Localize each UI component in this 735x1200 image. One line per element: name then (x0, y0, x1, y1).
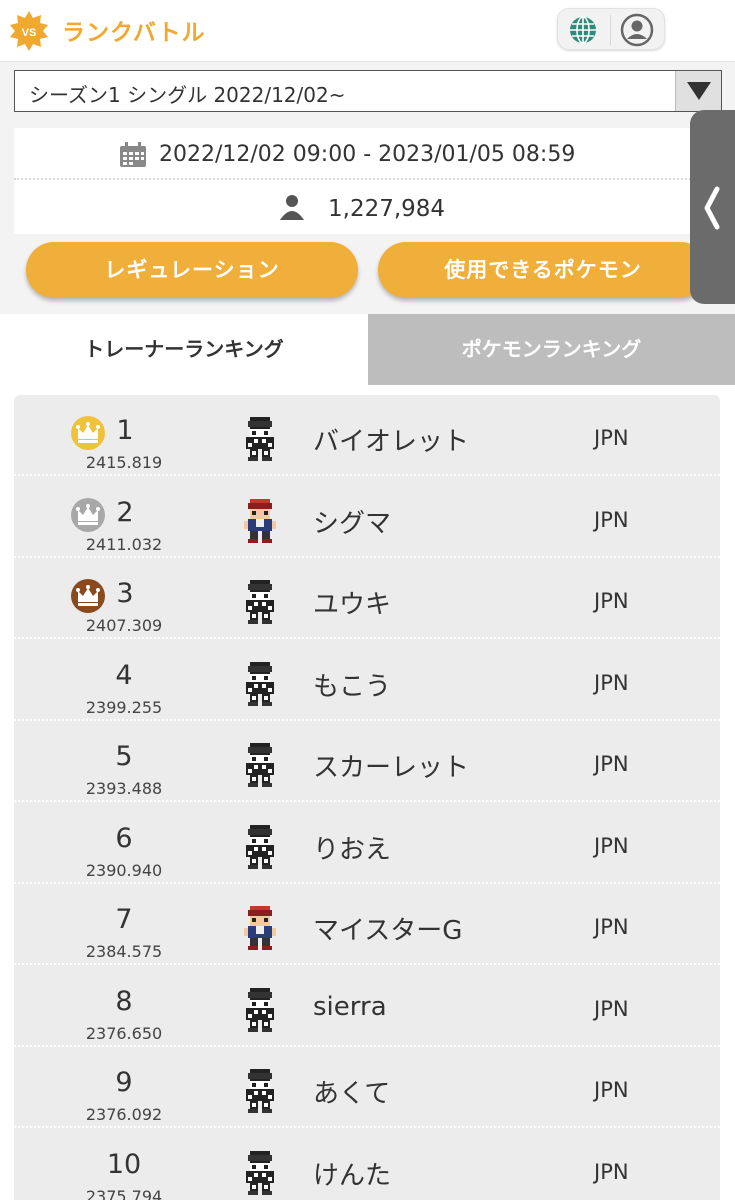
svg-text:VS: VS (22, 27, 37, 39)
rating-value: 2376.092 (85, 1105, 163, 1124)
trainer-avatar-icon (246, 1150, 274, 1195)
ranking-row[interactable]: 5 2393.488 スカーレット JPN (14, 721, 720, 802)
trainer-name: マイスターG (313, 916, 463, 946)
trainer-name: バイオレット (313, 427, 470, 457)
season-select-value: シーズン1 シングル 2022/12/02~ (29, 83, 346, 107)
tab-pokemon-ranking[interactable]: ポケモンランキング (368, 314, 735, 385)
season-info-box: 2022/12/02 09:00 - 2023/01/05 08:59 1,22… (14, 128, 722, 234)
rating-value: 2407.309 (85, 616, 163, 635)
rank-number: 9 (115, 1067, 133, 1098)
rating-value: 2399.255 (85, 697, 163, 717)
ranking-list: 1 2415.819 バイオレット JPN 2 2411.032 シグマ JPN 3 2407.3… (14, 395, 720, 1200)
tab-trainer-ranking[interactable]: トレーナーランキング (0, 314, 368, 385)
trainer-avatar-icon (246, 417, 274, 461)
season-select[interactable]: シーズン1 シングル 2022/12/02~ (14, 70, 722, 112)
rank-number: 4 (115, 659, 133, 691)
app-header: VS ランクバトル (0, 0, 735, 62)
dropdown-arrow-icon[interactable] (675, 71, 721, 111)
rating-value: 2376.650 (85, 1023, 163, 1043)
usable-pokemon-button[interactable]: 使用できるポケモン (378, 242, 708, 298)
trainer-name: あくて (313, 1079, 391, 1109)
trainer-name: ユウキ (313, 590, 392, 620)
trainer-name: シグマ (313, 508, 392, 539)
rating-value: 2384.575 (85, 942, 163, 961)
ranking-row[interactable]: 8 2376.650 sierra JPN (14, 966, 720, 1047)
trainer-name: りおえ (313, 834, 392, 865)
chevron-left-icon (704, 186, 720, 230)
country-code: JPN (594, 589, 629, 613)
trainer-name: もこう (313, 671, 392, 702)
ranking-row[interactable]: 2 2411.032 シグマ JPN (14, 477, 720, 558)
participant-count: 1,227,984 (328, 196, 446, 222)
rank-number: 6 (115, 822, 133, 854)
rating-value: 2415.819 (85, 453, 163, 472)
country-code: JPN (594, 1159, 629, 1184)
app-title: ランクバトル (62, 20, 206, 46)
trainer-avatar-icon (246, 824, 274, 869)
rating-value: 2375.794 (85, 1186, 163, 1200)
rank-number: 2 (116, 496, 134, 528)
trainer-name: sierra (313, 991, 387, 1022)
rank-number: 7 (115, 904, 133, 935)
country-code: JPN (594, 426, 629, 450)
trainer-name: スカーレット (313, 753, 470, 783)
side-drawer-tab[interactable] (690, 110, 735, 304)
ranking-row[interactable]: 7 2384.575 マイスターG JPN (14, 884, 720, 965)
country-code: JPN (594, 507, 629, 532)
country-code: JPN (594, 996, 629, 1021)
trainer-avatar-icon (244, 498, 276, 543)
country-code: JPN (594, 670, 629, 695)
country-code: JPN (594, 915, 629, 939)
trainer-avatar-icon (246, 661, 274, 706)
calendar-icon (120, 142, 146, 167)
vs-logo-icon: VS (10, 11, 48, 51)
ranking-row[interactable]: 10 2375.794 けんた JPN (14, 1129, 720, 1200)
rating-value: 2411.032 (85, 534, 163, 554)
season-period-row: 2022/12/02 09:00 - 2023/01/05 08:59 (14, 128, 722, 180)
header-button-group (557, 8, 665, 50)
trainer-avatar-icon (246, 580, 274, 624)
ranking-row[interactable]: 1 2415.819 バイオレット JPN (14, 395, 720, 476)
rank-number: 1 (116, 415, 134, 446)
rank-number: 10 (106, 1148, 142, 1180)
account-icon[interactable] (620, 13, 654, 47)
country-code: JPN (594, 1078, 629, 1102)
regulation-button[interactable]: レギュレーション (26, 242, 358, 298)
trainer-avatar-icon (246, 743, 274, 787)
rank-number: 8 (115, 985, 133, 1017)
ranking-row[interactable]: 6 2390.940 りおえ JPN (14, 803, 720, 884)
trainer-avatar-icon (246, 1069, 274, 1113)
person-icon (280, 195, 304, 220)
ranking-row[interactable]: 3 2407.309 ユウキ JPN (14, 558, 720, 639)
ranking-row[interactable]: 9 2376.092 あくて JPN (14, 1047, 720, 1128)
country-code: JPN (594, 833, 629, 858)
rating-value: 2393.488 (85, 779, 163, 798)
rank-number: 3 (116, 578, 134, 609)
country-code: JPN (594, 752, 629, 776)
trainer-avatar-icon (246, 987, 274, 1032)
rank-number: 5 (115, 741, 133, 772)
trainer-avatar-icon (244, 906, 276, 950)
season-period: 2022/12/02 09:00 - 2023/01/05 08:59 (159, 142, 576, 167)
rating-value: 2390.940 (85, 860, 163, 880)
ranking-row[interactable]: 4 2399.255 もこう JPN (14, 640, 720, 721)
globe-icon[interactable] (568, 15, 598, 45)
header-divider (610, 15, 611, 45)
trainer-name: けんた (313, 1160, 392, 1191)
